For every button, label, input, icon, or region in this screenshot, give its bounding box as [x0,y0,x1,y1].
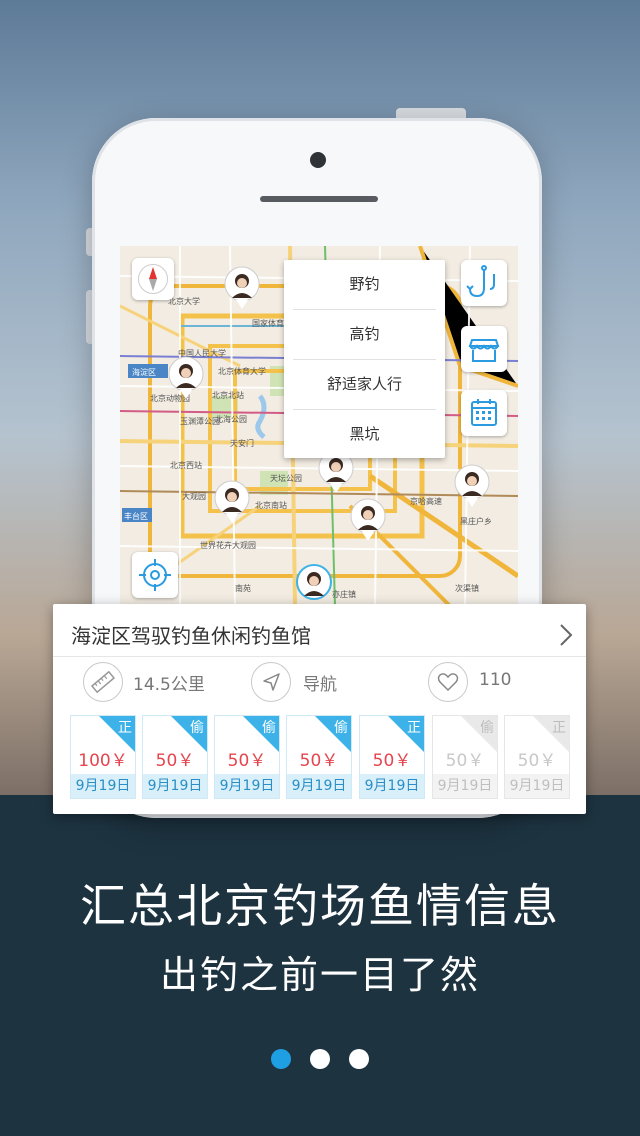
day-tag: 偷 [334,720,348,736]
map-pin-avatar[interactable] [224,266,260,310]
day-date: 9月19日 [143,774,207,798]
promo-headline: 汇总北京钓场鱼情信息 [80,879,560,933]
compass-south-icon [149,279,157,291]
locate-me-button[interactable] [132,552,178,598]
day-slot-disabled: 正 50￥ 9月19日 [504,715,570,799]
menu-item-family-trip[interactable]: 舒适家人行 [293,360,436,410]
likes-count: 110 [479,670,512,690]
day-price: 50￥ [155,751,195,771]
calendar-button[interactable] [461,390,507,436]
day-slot[interactable]: 正 100￥ 9月19日 [70,715,136,799]
svg-text:世界花卉大观园: 世界花卉大观园 [200,540,256,550]
calendar-icon [471,399,497,426]
crosshair-icon [139,559,171,591]
compass-north-icon [149,267,157,279]
day-date: 9月19日 [287,774,351,798]
day-tag: 偷 [480,720,494,736]
fishing-hook-icon [466,265,495,298]
svg-text:北京北站: 北京北站 [212,390,244,400]
svg-text:北海公园: 北海公园 [215,414,247,424]
map-pin-avatar-selected[interactable] [296,564,332,606]
fishing-spot-filter-button[interactable] [461,260,507,306]
day-price: 50￥ [227,751,267,771]
day-price: 100￥ [78,751,128,771]
svg-text:黑庄户乡: 黑庄户乡 [460,516,492,526]
svg-text:玉渊潭公园: 玉渊潭公园 [180,416,220,426]
day-price: 50￥ [445,751,485,771]
phone-speaker [260,196,378,202]
map-pin-avatar[interactable] [214,480,250,524]
svg-text:南苑: 南苑 [235,583,251,593]
day-tag: 偷 [190,720,204,736]
day-tag: 正 [118,720,132,736]
store-button[interactable] [461,326,507,372]
distance-value: 14.5公里 [133,675,205,695]
day-tag: 偷 [262,720,276,736]
svg-text:北京体育大学: 北京体育大学 [218,366,266,376]
svg-text:天坛公园: 天坛公园 [270,473,302,483]
map-pin-avatar[interactable] [350,498,386,542]
svg-text:次渠镇: 次渠镇 [455,583,479,593]
svg-text:北京西站: 北京西站 [170,460,202,470]
map-pin-avatar[interactable] [454,464,490,508]
day-tag: 正 [552,720,566,736]
day-tag: 正 [407,720,421,736]
day-slot[interactable]: 偷 50￥ 9月19日 [142,715,208,799]
navigate-label[interactable]: 导航 [303,670,337,695]
compass-button[interactable] [132,258,174,300]
day-slot[interactable]: 偷 50￥ 9月19日 [286,715,352,799]
heart-icon[interactable] [428,662,468,702]
day-slot[interactable]: 偷 50￥ 9月19日 [214,715,280,799]
day-date: 9月19日 [71,774,135,798]
svg-text:丰台区: 丰台区 [124,511,148,521]
day-price: 50￥ [299,751,339,771]
menu-item-wild-fishing[interactable]: 野钓 [293,260,436,310]
chevron-right-icon[interactable] [558,622,574,648]
svg-text:天安门: 天安门 [230,438,254,448]
map-pin-avatar[interactable] [168,356,204,400]
card-divider [53,656,586,657]
svg-text:北京南站: 北京南站 [255,500,287,510]
fishing-type-menu: 野钓 高钓 舒适家人行 黑坑 [284,260,445,458]
svg-text:亦庄镇: 亦庄镇 [332,589,356,599]
svg-text:大观园: 大观园 [182,491,206,501]
store-icon [468,339,500,362]
svg-text:海淀区: 海淀区 [132,367,156,377]
pager-dot-2[interactable] [310,1049,330,1069]
day-date: 9月19日 [215,774,279,798]
day-date: 9月19日 [505,774,569,798]
day-date: 9月19日 [433,774,497,798]
day-slot[interactable]: 正 50￥ 9月19日 [359,715,425,799]
ruler-icon [83,662,123,702]
navigation-icon[interactable] [251,662,291,702]
day-price: 50￥ [517,751,557,771]
promo-subline: 出钓之前一目了然 [159,953,480,997]
day-slot-disabled: 偷 50￥ 9月19日 [432,715,498,799]
day-date: 9月19日 [360,774,424,798]
fishing-spot-card[interactable]: 海淀区驾驭钓鱼休闲钓鱼馆 14.5公里 导航 110 正 100￥ 9月19日 … [53,604,586,814]
pager-dot-3[interactable] [349,1049,369,1069]
day-price: 50￥ [372,751,412,771]
menu-item-black-pit[interactable]: 黑坑 [293,410,436,459]
spot-name: 海淀区驾驭钓鱼休闲钓鱼馆 [71,624,311,648]
menu-item-premium-fishing[interactable]: 高钓 [293,310,436,360]
pager-dot-1[interactable] [271,1049,291,1069]
phone-camera [310,152,326,168]
svg-text:京哈高速: 京哈高速 [410,496,442,506]
